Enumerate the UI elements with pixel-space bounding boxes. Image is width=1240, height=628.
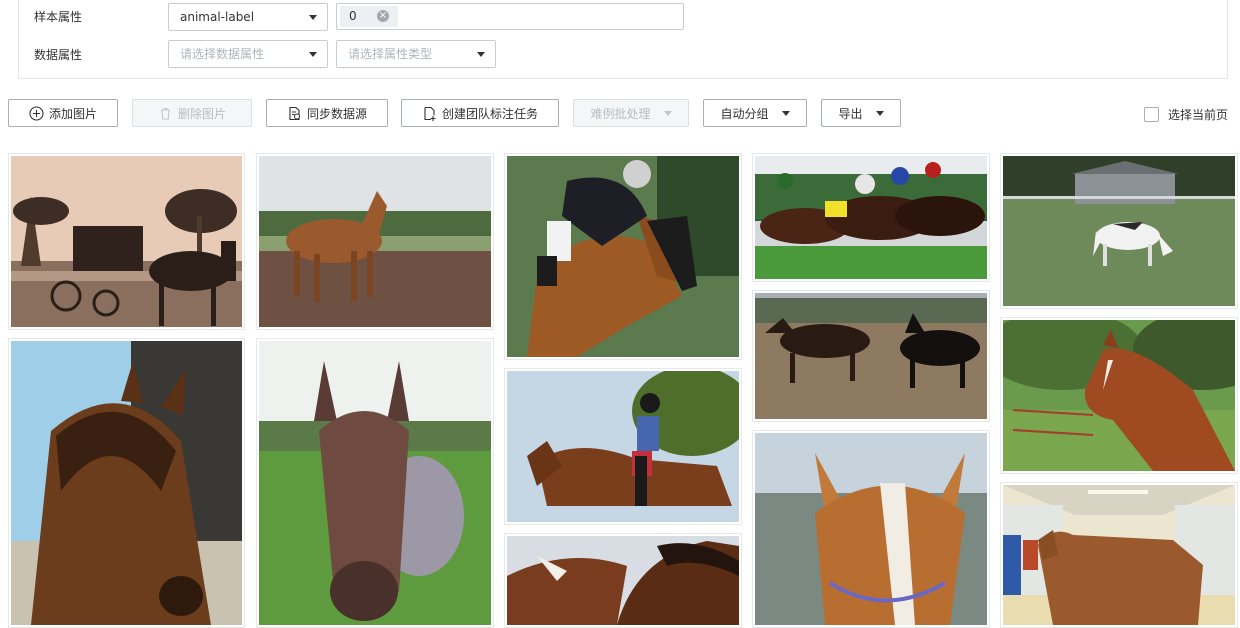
chevron-down-icon [477,52,485,57]
two-bay-horses-image [507,536,739,625]
image-tile-horse-race[interactable] [752,153,990,282]
horse-blaze-face-image [755,433,987,625]
export-button[interactable]: 导出 [821,99,901,127]
bay-horse-closeup-image [11,341,242,625]
add-image-button[interactable]: 添加图片 [8,99,118,127]
image-tile-two-bay-horses[interactable] [504,533,742,628]
delete-image-button[interactable]: 删除图片 [132,99,252,127]
show-jumping-image [507,156,739,357]
image-tile-show-jumping[interactable] [504,153,742,360]
data-attr-select[interactable]: 请选择数据属性 [168,40,328,68]
horse-race-image [755,156,987,279]
image-tile-horse-head-profile[interactable] [1000,317,1238,474]
sync-source-label: 同步数据源 [306,106,367,121]
attr-type-placeholder: 请选择属性类型 [348,47,433,61]
stable-aisle-image [1003,485,1235,625]
auto-group-label: 自动分组 [720,106,769,121]
image-tile-horse-carriage[interactable] [8,153,245,330]
plus-circle-icon [29,105,44,121]
data-attr-label: 数据属性 [34,48,83,62]
hard-case-button[interactable]: 难例批处理 [573,99,689,127]
image-tile-chestnut-horse[interactable] [256,153,494,330]
sync-source-button[interactable]: 同步数据源 [266,99,388,127]
chevron-down-icon [663,110,672,116]
horse-face-frontal-image [259,341,491,625]
export-label: 导出 [838,106,863,121]
create-team-task-button[interactable]: 创建团队标注任务 [401,99,559,127]
close-icon[interactable]: × [377,10,389,22]
sync-document-icon [287,106,302,121]
horse-carriage-image [11,156,242,327]
image-tile-girl-riding[interactable] [504,368,742,525]
chevron-down-icon [875,110,884,116]
trash-icon [158,106,173,121]
sample-attr-value: animal-label [180,10,255,24]
hard-case-label: 难例批处理 [590,106,651,121]
sample-attr-select[interactable]: animal-label [168,3,328,31]
two-horses-running-image [755,293,987,419]
select-page-checkbox[interactable] [1144,107,1159,122]
girl-riding-image [507,371,739,522]
add-image-label: 添加图片 [48,106,97,121]
image-tile-stable-aisle[interactable] [1000,482,1238,628]
auto-group-button[interactable]: 自动分组 [703,99,807,127]
image-tile-bay-horse-closeup[interactable] [8,338,245,628]
horse-head-profile-image [1003,320,1235,471]
create-team-task-label: 创建团队标注任务 [441,106,538,121]
document-plus-icon [422,106,437,121]
delete-image-label: 删除图片 [177,106,226,121]
data-attr-placeholder: 请选择数据属性 [180,47,265,61]
image-tile-horse-blaze-face[interactable] [752,430,990,628]
image-tile-horse-face-frontal[interactable] [256,338,494,628]
select-page-control[interactable]: 选择当前页 [1144,106,1228,123]
sample-attr-label: 样本属性 [34,10,83,24]
chestnut-horse-image [259,156,491,327]
select-page-label: 选择当前页 [1168,108,1229,122]
chevron-down-icon [781,110,790,116]
image-tile-two-horses-running[interactable] [752,290,990,422]
attr-type-select[interactable]: 请选择属性类型 [336,40,496,68]
sample-tag-input[interactable]: 0 × [336,3,684,30]
white-pony-image [1003,156,1235,306]
sample-tag: 0 × [340,6,398,27]
sample-tag-text: 0 [349,9,357,23]
image-tile-white-pony[interactable] [1000,153,1238,309]
chevron-down-icon [309,15,317,20]
chevron-down-icon [309,52,317,57]
